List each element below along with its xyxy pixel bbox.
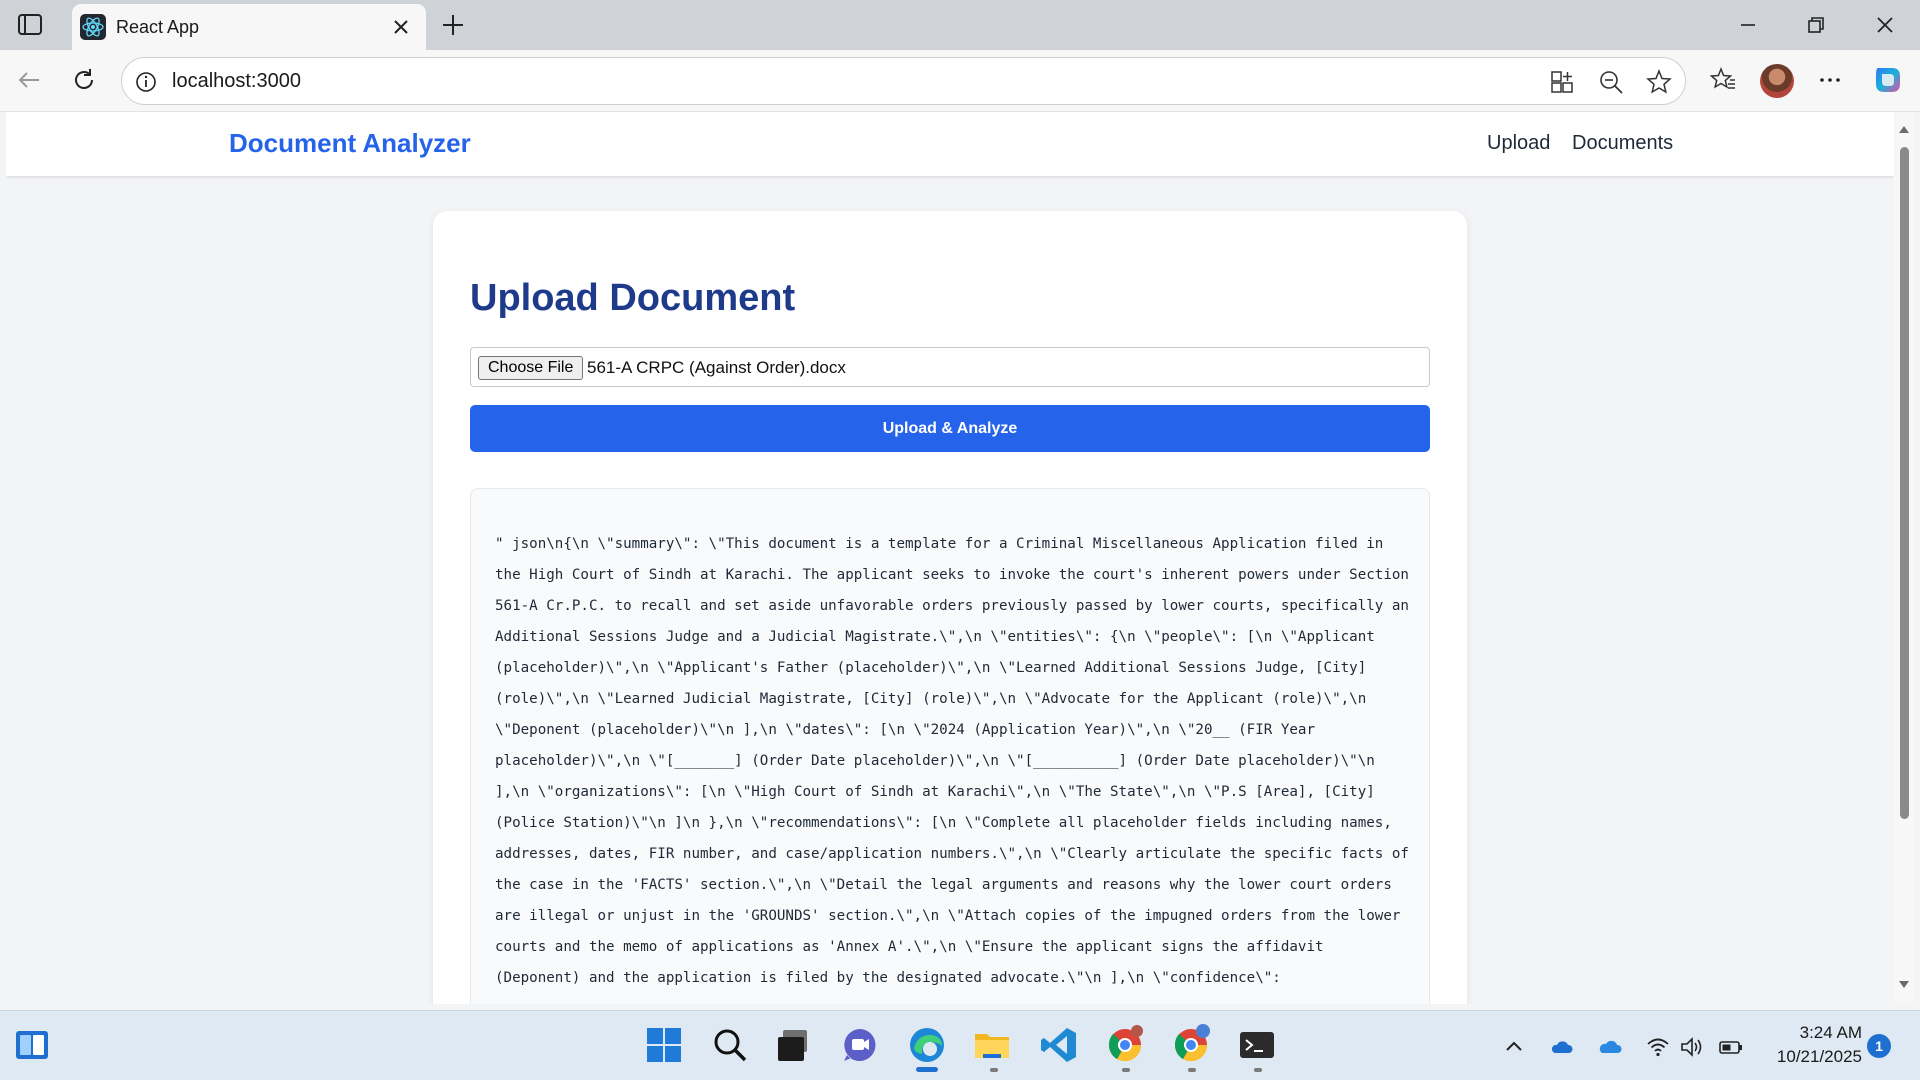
app-brand[interactable]: Document Analyzer bbox=[229, 128, 471, 159]
address-bar[interactable]: localhost:3000 bbox=[121, 57, 1686, 105]
favorites-icon[interactable] bbox=[1708, 65, 1738, 95]
wifi-icon[interactable] bbox=[1645, 1034, 1671, 1060]
close-tab-icon[interactable] bbox=[390, 16, 412, 38]
task-view-icon[interactable] bbox=[773, 1024, 815, 1066]
scroll-down-arrow-icon[interactable] bbox=[1898, 980, 1910, 990]
teams-meet-icon[interactable] bbox=[839, 1024, 881, 1066]
chrome-profile-2-icon[interactable] bbox=[1170, 1024, 1212, 1066]
site-info-icon[interactable] bbox=[134, 70, 158, 94]
file-explorer-icon[interactable] bbox=[971, 1024, 1013, 1066]
page-title: Upload Document bbox=[470, 277, 796, 319]
react-logo-icon bbox=[80, 14, 106, 40]
system-clock[interactable]: 3:24 AM 10/21/2025 bbox=[1762, 1021, 1862, 1069]
edge-active-indicator bbox=[916, 1067, 938, 1072]
browser-tab-bar: React App bbox=[0, 0, 1920, 50]
search-icon[interactable] bbox=[709, 1024, 751, 1066]
analysis-result-panel: " json\n{\n \"summary\": \"This document… bbox=[470, 488, 1430, 1004]
scrollbar-thumb[interactable] bbox=[1900, 147, 1909, 819]
onedrive-icon[interactable] bbox=[1597, 1034, 1623, 1060]
onedrive-paused-icon[interactable] bbox=[1549, 1034, 1575, 1060]
notification-badge[interactable]: 1 bbox=[1867, 1034, 1891, 1058]
new-tab-icon[interactable] bbox=[440, 12, 466, 38]
chrome-2-running-indicator bbox=[1188, 1068, 1196, 1072]
favorite-star-icon[interactable] bbox=[1645, 68, 1673, 96]
widgets-icon[interactable] bbox=[12, 1025, 52, 1065]
battery-icon[interactable] bbox=[1718, 1034, 1744, 1060]
windows-taskbar: 3:24 AM 10/21/2025 1 bbox=[0, 1010, 1920, 1080]
page-viewport: Document Analyzer Upload Documents Uploa… bbox=[6, 112, 1894, 1004]
browser-toolbar: localhost:3000 bbox=[0, 50, 1920, 112]
more-options-icon[interactable] bbox=[1815, 65, 1845, 95]
choose-file-button[interactable]: Choose File bbox=[478, 356, 584, 380]
clock-time: 3:24 AM bbox=[1799, 1023, 1862, 1042]
chevron-up-icon[interactable] bbox=[1501, 1034, 1527, 1060]
nav-link-documents[interactable]: Documents bbox=[1572, 132, 1673, 155]
upload-card: Upload Document Choose File 561-A CRPC (… bbox=[433, 211, 1467, 1004]
browser-tab-active[interactable]: React App bbox=[72, 4, 426, 50]
close-window-icon[interactable] bbox=[1872, 12, 1898, 38]
analysis-result-text: " json\n{\n \"summary\": \"This document… bbox=[495, 536, 1418, 986]
back-arrow-icon[interactable] bbox=[14, 65, 44, 95]
explorer-running-indicator bbox=[990, 1068, 998, 1072]
volume-icon[interactable] bbox=[1679, 1034, 1705, 1060]
page-scrollbar[interactable] bbox=[1894, 112, 1914, 1004]
selected-file-name: 561-A CRPC (Against Order).docx bbox=[587, 358, 846, 377]
upload-analyze-button[interactable]: Upload & Analyze bbox=[470, 405, 1430, 452]
chrome-profile-1-icon[interactable] bbox=[1104, 1024, 1146, 1066]
minimize-window-icon[interactable] bbox=[1735, 12, 1761, 38]
profile-avatar[interactable] bbox=[1760, 64, 1794, 98]
vscode-icon[interactable] bbox=[1038, 1024, 1080, 1066]
start-windows-icon[interactable] bbox=[643, 1024, 685, 1066]
edge-browser-icon[interactable] bbox=[906, 1024, 948, 1066]
sidebar-toggle-icon[interactable] bbox=[14, 12, 48, 38]
scroll-up-arrow-icon[interactable] bbox=[1898, 124, 1910, 134]
zoom-out-icon[interactable] bbox=[1597, 68, 1625, 96]
app-navbar: Document Analyzer Upload Documents bbox=[6, 112, 1894, 176]
clock-date: 10/21/2025 bbox=[1776, 1047, 1862, 1066]
chrome-1-running-indicator bbox=[1122, 1068, 1130, 1072]
restore-window-icon[interactable] bbox=[1803, 12, 1829, 38]
copilot-icon[interactable] bbox=[1870, 62, 1906, 98]
refresh-icon[interactable] bbox=[69, 65, 99, 95]
tab-title: React App bbox=[116, 17, 200, 37]
terminal-icon[interactable] bbox=[1236, 1024, 1278, 1066]
terminal-running-indicator bbox=[1254, 1068, 1262, 1072]
app-available-icon[interactable] bbox=[1548, 68, 1576, 96]
nav-link-upload[interactable]: Upload bbox=[1487, 132, 1550, 155]
file-input[interactable]: Choose File 561-A CRPC (Against Order).d… bbox=[470, 347, 1430, 387]
url-text[interactable]: localhost:3000 bbox=[172, 70, 301, 93]
